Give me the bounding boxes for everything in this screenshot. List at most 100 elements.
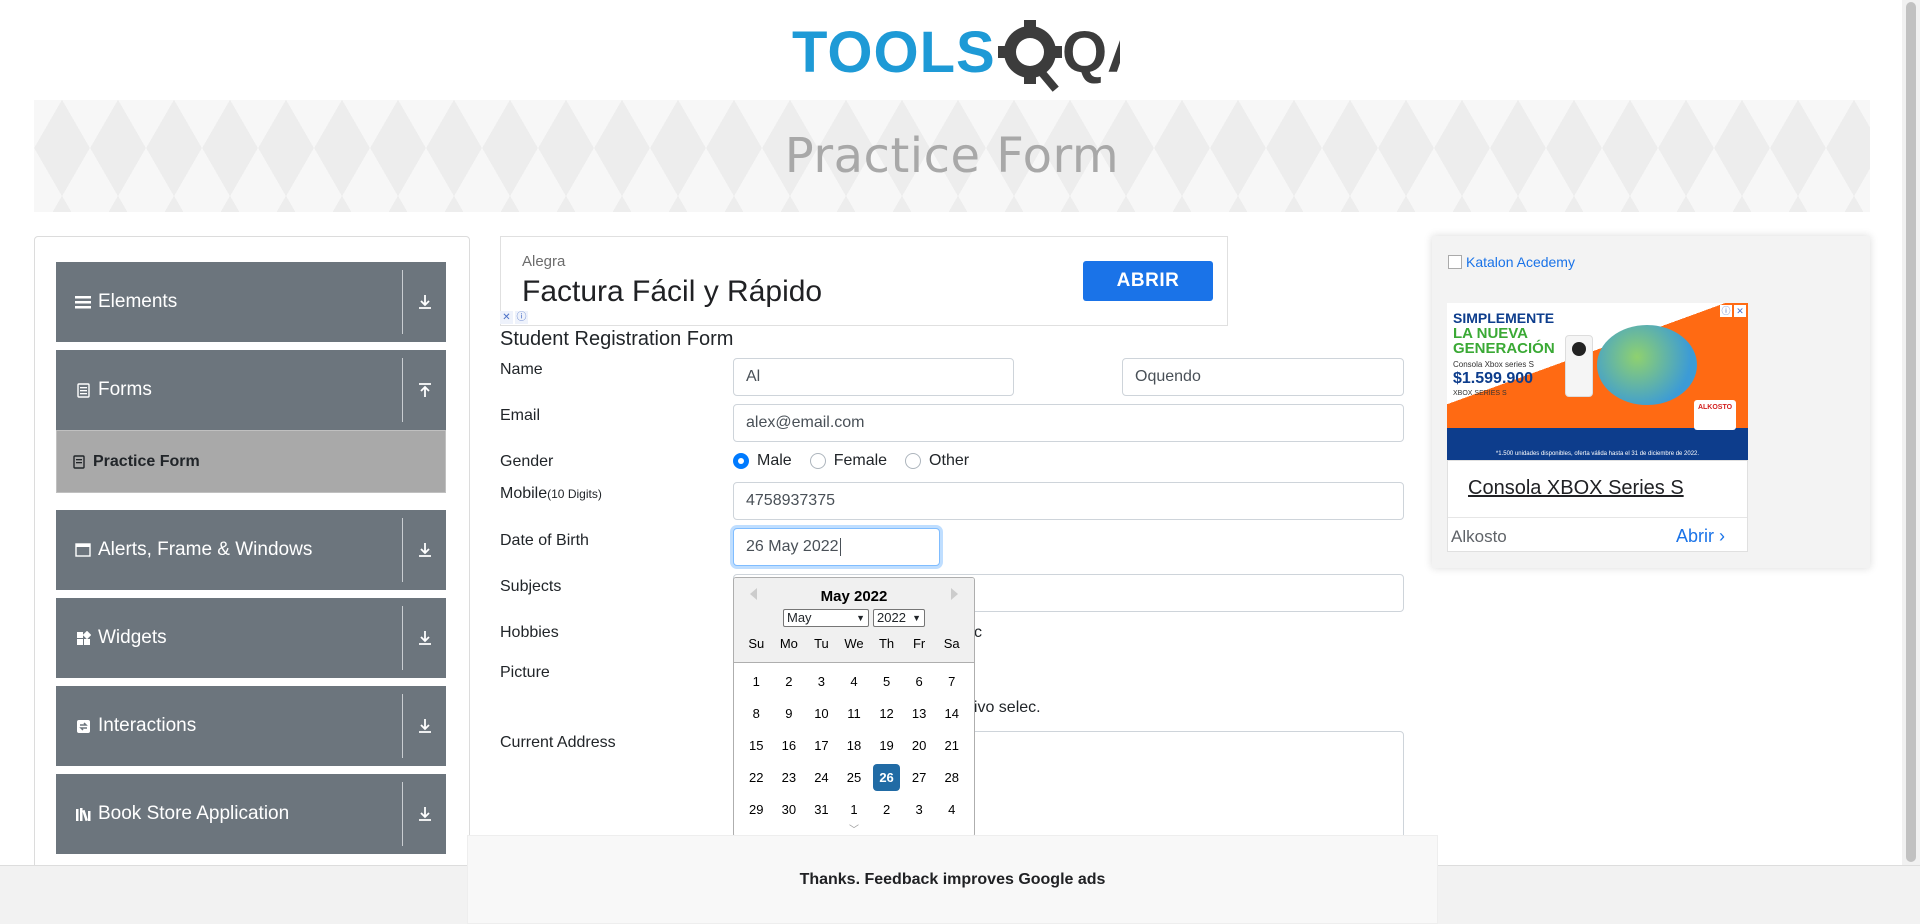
sidebar-item-practice-form[interactable]: Practice Form [56,430,446,493]
sidebar-group-forms[interactable]: Forms [56,350,446,430]
day-cell[interactable]: 28 [938,764,965,791]
scrollbar-thumb[interactable] [1906,2,1916,862]
first-name-value: Al [746,368,761,385]
day-cell[interactable]: 22 [743,764,770,791]
month-select[interactable]: May ▼ [783,609,869,627]
radio-button[interactable] [809,453,826,469]
day-name: Fr [912,636,926,651]
ad-card-open-label: Abrir [1675,526,1714,546]
day-cell[interactable]: 12 [873,700,900,727]
day-cell[interactable]: 7 [938,668,965,695]
info-icon[interactable]: ⓘ [1720,305,1732,317]
ad-headline[interactable]: Factura Fácil y Rápido [522,275,822,309]
day-name: Tu [814,636,829,651]
info-icon[interactable]: ⓘ [515,311,528,324]
promo-fine-print: *1.500 unidades disponibles, oferta váli… [1495,451,1700,457]
day-cell[interactable]: 1 [743,668,770,695]
hobbies-option-partial[interactable]: c [974,624,982,642]
day-cell[interactable]: 18 [841,732,868,759]
sidebar-group-alerts[interactable]: Alerts, Frame & Windows [56,510,446,590]
xbox-ad-image[interactable]: SIMPLEMENTE LA NUEVA GENERACIÓN Consola … [1447,303,1748,460]
radio-button-checked[interactable] [733,453,749,469]
top-ad-banner[interactable]: Alegra Factura Fácil y Rápido ABRIR [500,236,1228,326]
day-cell[interactable]: 24 [808,764,835,791]
close-icon[interactable]: ✕ [1734,305,1746,317]
date-of-birth-input[interactable]: 26 May 2022 [733,528,940,566]
day-cell[interactable]: 19 [873,732,900,759]
console-image [1565,335,1593,397]
day-cell[interactable]: 21 [938,732,965,759]
gender-male-radio[interactable]: Male [733,452,792,470]
ad-card-open-link[interactable]: Abrir › [1676,526,1725,547]
day-cell-selected[interactable]: 26 [873,764,900,791]
day-cell[interactable]: 30 [776,796,803,823]
mobile-label-text: Mobile [500,485,548,502]
day-names-row: Su Mo Tu We Th Fr Sa [740,636,968,651]
day-cell[interactable]: 31 [808,796,835,823]
mobile-input[interactable]: 4758937375 [733,482,1404,520]
email-input[interactable]: alex@email.com [733,404,1404,442]
katalon-image-link[interactable]: Katalon Acedemy [1448,254,1575,270]
gear-magnifier-icon [998,20,1062,92]
gender-female-radio[interactable]: Female [809,452,887,470]
day-cell[interactable]: 4 [938,796,965,823]
day-cell[interactable]: 5 [873,668,900,695]
day-cell[interactable]: 14 [938,700,965,727]
logo-text-qa: QA [1062,20,1120,85]
day-cell[interactable]: 20 [906,732,933,759]
sidebar-group-elements[interactable]: Elements [56,262,446,342]
download-arrow-icon[interactable] [403,630,446,646]
day-cell[interactable]: 3 [906,796,933,823]
day-cell[interactable]: 4 [841,668,868,695]
sidebar-item-label: Practice Form [93,452,200,470]
download-arrow-icon[interactable] [403,718,446,734]
day-cell[interactable]: 3 [808,668,835,695]
day-cell[interactable]: 15 [743,732,770,759]
day-cell[interactable]: 9 [776,700,803,727]
radio-button[interactable] [905,453,922,469]
sidebar-group-book-store[interactable]: Book Store Application [56,774,446,854]
download-arrow-icon[interactable] [403,294,446,310]
email-value: alex@email.com [746,414,865,431]
last-name-input[interactable]: Oquendo [1122,358,1404,396]
ad-open-button[interactable]: ABRIR [1083,261,1213,301]
first-name-input[interactable]: Al [733,358,1014,396]
year-select[interactable]: 2022 ▼ [873,609,925,627]
close-icon[interactable]: ✕ [500,311,513,324]
upload-arrow-icon[interactable] [403,382,446,398]
day-cell[interactable]: 2 [776,668,803,695]
day-cell[interactable]: 16 [776,732,803,759]
sidebar-group-label: Widgets [98,627,167,648]
day-cell[interactable]: 29 [743,796,770,823]
day-cell[interactable]: 11 [841,700,868,727]
date-picker-title: May 2022 [820,588,888,605]
sidebar-group-interactions[interactable]: Interactions [56,686,446,766]
document-icon [74,381,92,399]
promo-price: $1.599.900 [1453,370,1534,387]
sidebar-group-label: Elements [98,291,178,312]
day-cell[interactable]: 17 [808,732,835,759]
toolsqa-logo[interactable]: TOOLS QA [790,10,1120,92]
day-cell[interactable]: 6 [906,668,933,695]
download-arrow-icon[interactable] [403,542,446,558]
broken-image-icon [1448,255,1462,269]
ad-choices[interactable]: ✕ ⓘ [500,311,528,324]
ad-choices[interactable]: ⓘ ✕ [1720,305,1746,317]
day-cell[interactable]: 8 [743,700,770,727]
day-cell[interactable]: 27 [906,764,933,791]
day-cell[interactable]: 1 [841,796,868,823]
sidebar-group-widgets[interactable]: Widgets [56,598,446,678]
gender-other-radio[interactable]: Other [905,452,969,470]
ad-card-headline[interactable]: Consola XBOX Series S [1468,477,1684,500]
day-name: Sa [943,636,960,651]
ad-card[interactable]: Consola XBOX Series S Alkosto Abrir › [1447,460,1748,552]
image-alt-text[interactable]: Katalon Acedemy [1466,254,1575,270]
download-arrow-icon[interactable] [403,806,446,822]
day-cell[interactable]: 23 [776,764,803,791]
day-grid: 1 2 3 4 5 6 7 8 9 10 11 12 13 14 15 16 17 18 19 20 21 22 23 24 2… [734,663,974,823]
day-cell[interactable]: 2 [873,796,900,823]
day-cell[interactable]: 13 [906,700,933,727]
vertical-scrollbar[interactable] [1902,0,1920,865]
day-cell[interactable]: 10 [808,700,835,727]
day-cell[interactable]: 25 [841,764,868,791]
